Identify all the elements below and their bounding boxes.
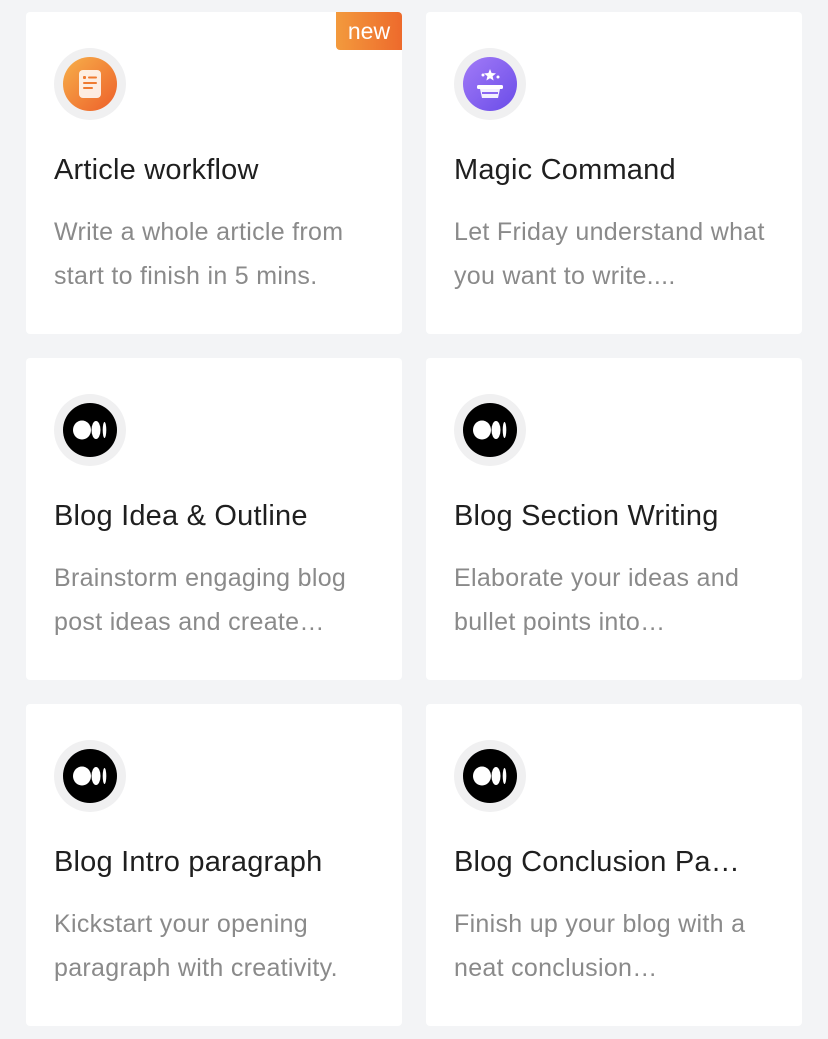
card-description: Kickstart your opening paragraph with cr… [54,910,338,982]
card-title: Magic Command [454,154,676,186]
card-blog-idea-outline[interactable]: Blog Idea & Outline Brainstorm engaging … [26,358,402,680]
icon-container [54,740,126,812]
medium-logo-icon [63,403,117,457]
card-blog-section-writing[interactable]: Blog Section Writing Elaborate your idea… [426,358,802,680]
card-title: Blog Conclusion Pa… [454,846,740,878]
icon-container [454,740,526,812]
card-description: Elaborate your ideas and bullet points i… [454,564,740,636]
icon-container [454,394,526,466]
icon-container [54,48,126,120]
card-description: Write a whole article from start to fini… [54,218,344,290]
article-list-icon [63,57,117,111]
card-description: Brainstorm engaging blog post ideas and … [54,564,347,636]
card-description: Let Friday understand what you want to w… [454,218,765,290]
card-blog-intro-paragraph[interactable]: Blog Intro paragraph Kickstart your open… [26,704,402,1026]
medium-logo-icon [63,749,117,803]
card-title: Blog Section Writing [454,500,719,532]
card-title: Blog Idea & Outline [54,500,308,532]
icon-container [454,48,526,120]
template-card-grid: new Article workflow Write a whole artic… [26,12,802,1026]
medium-logo-icon [463,749,517,803]
magic-hat-icon [463,57,517,111]
card-article-workflow[interactable]: new Article workflow Write a whole artic… [26,12,402,334]
new-badge: new [336,12,402,50]
card-title: Article workflow [54,154,259,186]
card-description: Finish up your blog with a neat conclusi… [454,910,746,982]
medium-logo-icon [463,403,517,457]
card-title: Blog Intro paragraph [54,846,323,878]
icon-container [54,394,126,466]
card-blog-conclusion-paragraph[interactable]: Blog Conclusion Pa… Finish up your blog … [426,704,802,1026]
card-magic-command[interactable]: Magic Command Let Friday understand what… [426,12,802,334]
